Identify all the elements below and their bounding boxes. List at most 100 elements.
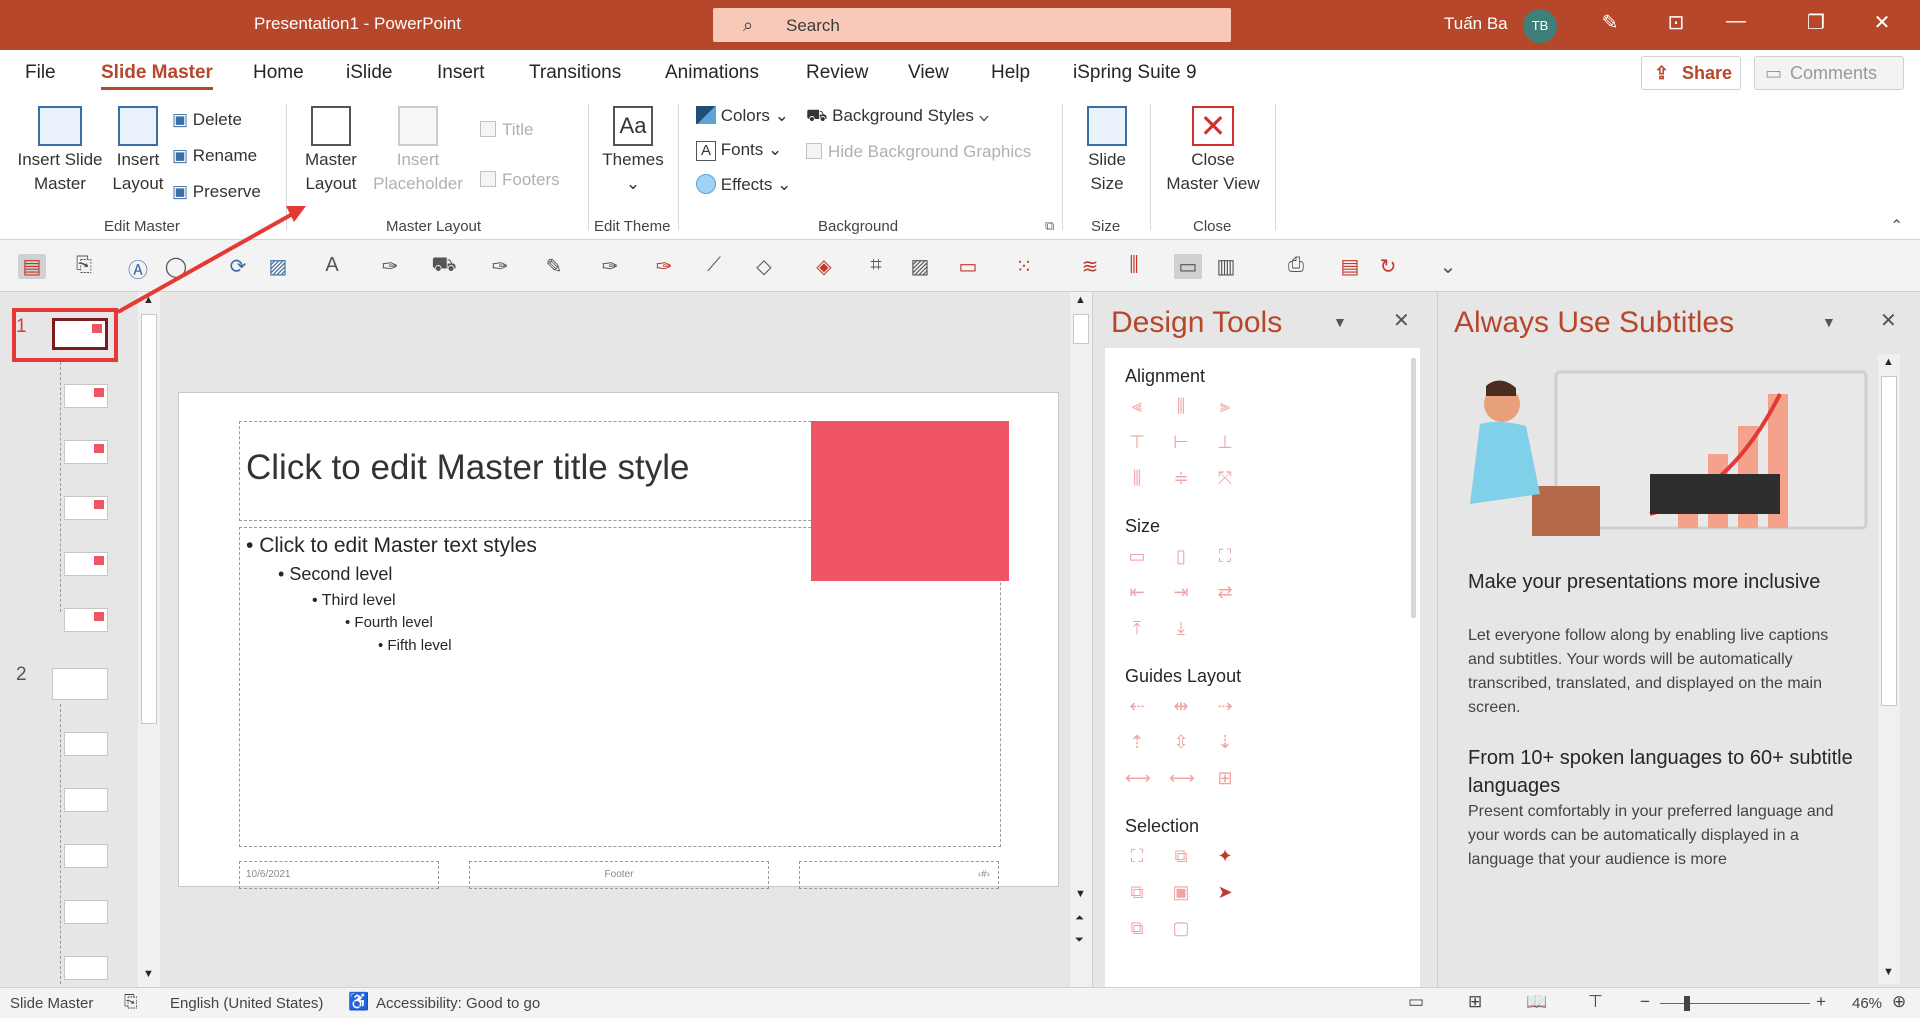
same-size-icon[interactable]: ⛶ (1213, 544, 1237, 568)
user-name[interactable]: Tuấn Ba (1444, 14, 1508, 34)
master-layout-button[interactable]: Master Layout (296, 106, 366, 196)
crop-icon[interactable]: ⌗ (862, 254, 890, 277)
layout-thumbnail[interactable] (64, 384, 108, 408)
reading-view-icon[interactable]: 📖 (1526, 992, 1547, 1012)
sorter-view-icon[interactable]: ▥ (1212, 254, 1240, 279)
footers-checkbox[interactable]: Footers (480, 170, 560, 190)
stretch-right-icon[interactable]: ⇥ (1169, 580, 1193, 604)
zoom-level[interactable]: 46% (1852, 995, 1882, 1012)
insert-placeholder-button[interactable]: Insert Placeholder (360, 106, 476, 196)
layout-thumbnail[interactable] (64, 900, 108, 924)
merge-shapes-icon[interactable]: ◈ (810, 254, 838, 279)
minimize-icon[interactable]: — (1716, 10, 1756, 33)
close-icon[interactable]: ✕ (1862, 10, 1902, 35)
themes-button[interactable]: Aa Themes ⌄ (596, 106, 670, 196)
same-width-icon[interactable]: ▭ (1125, 544, 1149, 568)
fonts-button[interactable]: A Fonts ⌄ (696, 140, 782, 161)
guide-left-icon[interactable]: ⇠ (1125, 694, 1149, 718)
accessibility-status[interactable]: Accessibility: Good to go (376, 995, 540, 1012)
insert-layout-button[interactable]: Insert Layout (108, 106, 168, 196)
tab-ispring[interactable]: iSpring Suite 9 (1073, 62, 1197, 84)
accessibility-icon[interactable]: ♿ (348, 992, 369, 1012)
master-thumbnail[interactable] (52, 668, 108, 700)
pane-options-icon[interactable]: ▼ (1333, 314, 1347, 330)
scroll-up-icon[interactable]: ▲ (1075, 294, 1086, 306)
guide-top-icon[interactable]: ⇡ (1125, 730, 1149, 754)
title-checkbox[interactable]: Title (480, 120, 534, 140)
guide-right-icon[interactable]: ⇢ (1213, 694, 1237, 718)
eyedropper-icon[interactable]: ✑ (486, 254, 514, 279)
layout-thumbnail[interactable] (64, 732, 108, 756)
expand-icon[interactable]: ⤧ (1213, 466, 1237, 490)
zoom-out-icon[interactable]: − (1640, 992, 1650, 1012)
ribbon-display-icon[interactable]: ⊡ (1656, 10, 1696, 35)
restore-icon[interactable]: ❐ (1796, 10, 1836, 35)
layout-thumbnail[interactable] (64, 496, 108, 520)
align-left-icon[interactable]: ⫷ (1125, 394, 1149, 418)
hide-background-graphics-checkbox[interactable]: Hide Background Graphics (806, 142, 1031, 162)
tab-islide[interactable]: iSlide (346, 62, 392, 84)
close-icon[interactable]: ✕ (1880, 308, 1897, 333)
zoom-thumb[interactable] (1684, 996, 1690, 1011)
tab-animations[interactable]: Animations (665, 62, 759, 84)
background-styles-button[interactable]: ⛟ Background Styles ⌄ (806, 106, 989, 128)
tab-file[interactable]: File (25, 62, 56, 84)
tab-transitions[interactable]: Transitions (529, 62, 621, 84)
swap-size-icon[interactable]: ⇄ (1213, 580, 1237, 604)
thumbnail-scrollbar[interactable]: ▲ ▼ (138, 292, 160, 987)
slide-layout-icon[interactable]: ▤ (18, 254, 46, 279)
guide-center-icon[interactable]: ⇹ (1169, 694, 1193, 718)
tab-review[interactable]: Review (806, 62, 868, 84)
tab-slide-master[interactable]: Slide Master (101, 62, 213, 90)
stretch-bottom-icon[interactable]: ⤓ (1169, 616, 1193, 640)
pane-options-icon[interactable]: ▼ (1822, 314, 1836, 330)
notes-icon[interactable]: ▤ (1336, 254, 1364, 279)
distribute-horizontal-icon[interactable]: ⫼ (1125, 466, 1149, 490)
tab-help[interactable]: Help (991, 62, 1030, 84)
align-top-icon[interactable]: ⊤ (1125, 430, 1149, 454)
proofing-icon[interactable]: ⎘ (124, 992, 138, 1012)
shape-outline-icon[interactable]: ◇ (750, 254, 778, 279)
slide-number-placeholder[interactable]: ‹#› (799, 861, 999, 889)
accent-rectangle[interactable] (811, 421, 1009, 581)
previous-slide-icon[interactable]: ⏶ (1075, 912, 1084, 925)
select-group-icon[interactable]: ⧉ (1125, 880, 1149, 904)
align-center-icon[interactable]: ⫼ (1169, 394, 1193, 418)
search-box[interactable]: ⌕ Search (713, 8, 1231, 42)
delete-button[interactable]: ▣ Delete (172, 110, 242, 130)
customize-toolbar-icon[interactable]: ⌄ (1434, 254, 1462, 279)
layout-thumbnail[interactable] (64, 552, 108, 576)
select-same-icon[interactable]: ⛶ (1125, 844, 1149, 868)
footer-placeholder[interactable]: Footer (469, 861, 769, 889)
stretch-left-icon[interactable]: ⇤ (1125, 580, 1149, 604)
eyedropper-icon[interactable]: ✑ (376, 254, 404, 279)
align-right-icon[interactable]: ⫸ (1213, 394, 1237, 418)
guide-bottom-icon[interactable]: ⇣ (1213, 730, 1237, 754)
zoom-slider[interactable] (1660, 1003, 1810, 1004)
slideshow-icon[interactable]: ⊤ (1588, 992, 1603, 1012)
shapes-icon[interactable]: ◯ (162, 254, 190, 279)
select-all-icon[interactable]: ▢ (1169, 916, 1193, 940)
font-color-icon[interactable]: A (318, 254, 346, 277)
normal-view-icon[interactable]: ▭ (1174, 254, 1202, 279)
tab-home[interactable]: Home (253, 62, 304, 84)
align-icon[interactable]: ▭ (954, 254, 982, 279)
fit-slide-icon[interactable]: ⊕ (1892, 992, 1906, 1012)
guide-v-spread-icon[interactable]: ⟷ (1169, 766, 1195, 790)
align-middle-icon[interactable]: ⊢ (1169, 430, 1193, 454)
scroll-thumb[interactable] (1881, 376, 1897, 706)
scroll-down-icon[interactable]: ▼ (1075, 888, 1086, 900)
rotate-icon[interactable]: ↻ (1374, 254, 1402, 279)
line-icon[interactable]: ⟋ (700, 254, 728, 277)
select-fill-icon[interactable]: ▣ (1169, 880, 1193, 904)
close-master-view-button[interactable]: ✕ Close Master View (1160, 106, 1266, 196)
language-status[interactable]: English (United States) (170, 995, 323, 1012)
next-slide-icon[interactable]: ⏷ (1075, 934, 1084, 947)
cursor-icon[interactable]: ➤ (1213, 880, 1237, 904)
pen-icon[interactable]: ✎ (1590, 10, 1630, 35)
scroll-up-icon[interactable]: ▲ (1883, 356, 1894, 368)
dialog-launcher-icon[interactable]: ⧉ (1045, 218, 1054, 234)
slide-size-button[interactable]: Slide Size (1074, 106, 1140, 196)
pipette-icon[interactable]: ✑ (650, 254, 678, 279)
scroll-up-icon[interactable]: ▲ (143, 294, 154, 306)
